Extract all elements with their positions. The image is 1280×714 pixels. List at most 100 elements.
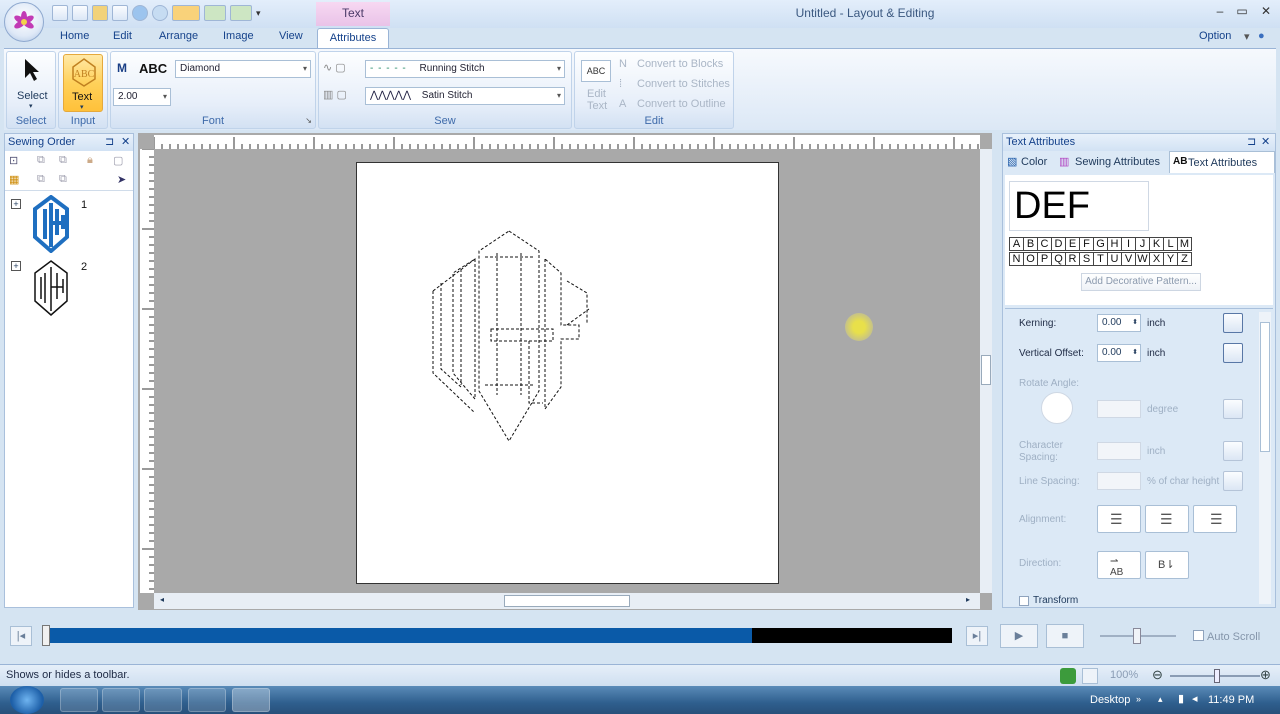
letter-button-q[interactable]: Q (1051, 252, 1066, 266)
close-icon[interactable]: ✕ (121, 134, 130, 150)
letter-button-x[interactable]: X (1149, 252, 1164, 266)
zoom-out-icon[interactable]: ⊖ (1152, 667, 1163, 683)
cursor-icon[interactable]: ➤ (117, 173, 126, 186)
group-icon[interactable]: ⧉ (37, 154, 45, 167)
letter-button-z[interactable]: Z (1177, 252, 1192, 266)
direction-vertical-button[interactable]: B⇂ (1145, 551, 1189, 579)
rotate-angle-field[interactable] (1097, 400, 1141, 418)
rotate-angle-reset-icon[interactable] (1223, 399, 1243, 419)
desktop-toolbar-label[interactable]: Desktop (1090, 694, 1130, 706)
tab-edit[interactable]: Edit (109, 30, 136, 42)
horizontal-scrollbar[interactable]: ◂ ▸ (154, 593, 980, 609)
taskbar-expand-icon[interactable]: » (1136, 694, 1141, 704)
vertical-scrollbar[interactable] (980, 149, 992, 593)
forward-end-button[interactable]: ▸| (966, 626, 988, 646)
option-menu[interactable]: Option (1195, 30, 1235, 42)
lock-icon[interactable]: 🔒︎ (87, 154, 93, 167)
tab-attributes[interactable]: Attributes (317, 28, 389, 48)
letter-button-l[interactable]: L (1163, 237, 1178, 251)
spinner-icon[interactable]: ⬍ (1132, 315, 1138, 331)
progress-handle[interactable] (42, 625, 50, 646)
tab-arrange[interactable]: Arrange (155, 30, 202, 42)
fit-icon[interactable]: ⊡ (9, 154, 18, 167)
font-size-combo[interactable]: 2.00 ▾ (113, 88, 171, 106)
tab-view[interactable]: View (275, 30, 307, 42)
tab-sewing-attributes[interactable]: Sewing Attributes (1075, 156, 1160, 168)
show-hidden-icons[interactable]: ▴ (1158, 694, 1163, 705)
start-button[interactable] (10, 686, 44, 714)
view-icon[interactable] (1082, 668, 1098, 684)
minimize-button[interactable]: – (1210, 4, 1230, 20)
edit-text-icon[interactable]: ABC (581, 60, 611, 82)
satin-stitch-combo[interactable]: ⋀⋀⋀⋀⋀ Satin Stitch ▾ (365, 87, 565, 105)
monogram-thumbnail-outline[interactable] (29, 259, 73, 317)
tab-home[interactable]: Home (56, 30, 93, 42)
move-down-icon[interactable]: ⧉ (59, 173, 67, 186)
letter-button-e[interactable]: E (1065, 237, 1080, 251)
maximize-button[interactable]: ▭ (1232, 4, 1252, 20)
letter-button-r[interactable]: R (1065, 252, 1080, 266)
ungroup-icon[interactable]: ⧉ (59, 154, 67, 167)
kerning-field[interactable]: 0.00 ⬍ (1097, 314, 1141, 332)
vertical-scroll-thumb[interactable] (981, 355, 991, 385)
align-center-button[interactable]: ☰ (1145, 505, 1189, 533)
letter-button-h[interactable]: H (1107, 237, 1122, 251)
convert-to-outline-button[interactable]: Convert to Outline (637, 98, 726, 110)
letter-button-d[interactable]: D (1051, 237, 1066, 251)
scroll-right-icon[interactable]: ▸ (966, 595, 970, 604)
horizontal-scroll-thumb[interactable] (504, 595, 630, 607)
dialog-launcher-icon[interactable]: ↘ (305, 116, 312, 125)
letter-button-f[interactable]: F (1079, 237, 1094, 251)
select-dropdown-icon[interactable]: ▾ (29, 102, 33, 110)
direction-horizontal-button[interactable]: ⇀ AB (1097, 551, 1141, 579)
letter-button-c[interactable]: C (1037, 237, 1052, 251)
browser-taskbar-icon[interactable] (144, 688, 182, 712)
close-icon[interactable]: ✕ (1261, 134, 1270, 150)
letter-button-y[interactable]: Y (1163, 252, 1178, 266)
tab-image[interactable]: Image (219, 30, 258, 42)
convert-to-stitches-button[interactable]: Convert to Stitches (637, 78, 730, 90)
help-user-icon[interactable]: ● (1254, 30, 1269, 42)
attributes-scrollbar[interactable] (1259, 312, 1271, 604)
rewind-button[interactable]: |◂ (10, 626, 32, 646)
letter-button-p[interactable]: P (1037, 252, 1052, 266)
letter-button-o[interactable]: O (1023, 252, 1038, 266)
stop-button[interactable]: ■ (1046, 624, 1084, 648)
char-spacing-reset-icon[interactable] (1223, 441, 1243, 461)
monogram-font-icon[interactable]: M (117, 61, 127, 75)
line-spacing-field[interactable] (1097, 472, 1141, 490)
move-up-icon[interactable]: ⧉ (37, 173, 45, 186)
expand-icon[interactable]: + (11, 199, 21, 209)
tab-text-attributes[interactable]: AB Text Attributes (1169, 151, 1275, 173)
auto-scroll-checkbox[interactable] (1193, 630, 1204, 641)
letter-button-g[interactable]: G (1093, 237, 1108, 251)
vertical-offset-reset-icon[interactable] (1223, 343, 1243, 363)
expand-icon[interactable]: + (11, 261, 21, 271)
volume-icon[interactable]: ◂ (1192, 692, 1198, 705)
close-window-button[interactable]: ✕ (1256, 4, 1276, 20)
running-stitch-combo[interactable]: - - - - - Running Stitch ▾ (365, 60, 565, 78)
transform-checkbox[interactable] (1019, 596, 1029, 606)
green-status-icon[interactable] (1060, 668, 1076, 684)
rotate-angle-dial[interactable] (1041, 392, 1073, 424)
font-name-combo[interactable]: Diamond ▾ (175, 60, 311, 78)
clock[interactable]: 11:49 PM (1208, 694, 1254, 706)
letter-button-t[interactable]: T (1093, 252, 1108, 266)
line-spacing-reset-icon[interactable] (1223, 471, 1243, 491)
letter-button-k[interactable]: K (1149, 237, 1164, 251)
pin-icon[interactable]: ⊐ (1247, 134, 1256, 150)
vertical-offset-field[interactable]: 0.00 ⬍ (1097, 344, 1141, 362)
letter-button-a[interactable]: A (1009, 237, 1024, 251)
letter-button-s[interactable]: S (1079, 252, 1094, 266)
monogram-stitch-outline[interactable] (357, 163, 780, 585)
network-icon[interactable]: ▮ (1178, 692, 1184, 705)
speed-slider-thumb[interactable] (1133, 628, 1141, 644)
design-page[interactable] (356, 162, 779, 584)
select-button[interactable]: Select (17, 90, 48, 102)
display-taskbar-icon[interactable] (188, 688, 226, 712)
pin-icon[interactable]: ⊐ (105, 134, 114, 150)
media-player-taskbar-icon[interactable] (102, 688, 140, 712)
monogram-thumbnail-blue[interactable] (29, 195, 73, 253)
play-button[interactable]: ▶ (1000, 624, 1038, 648)
kerning-reset-icon[interactable] (1223, 313, 1243, 333)
